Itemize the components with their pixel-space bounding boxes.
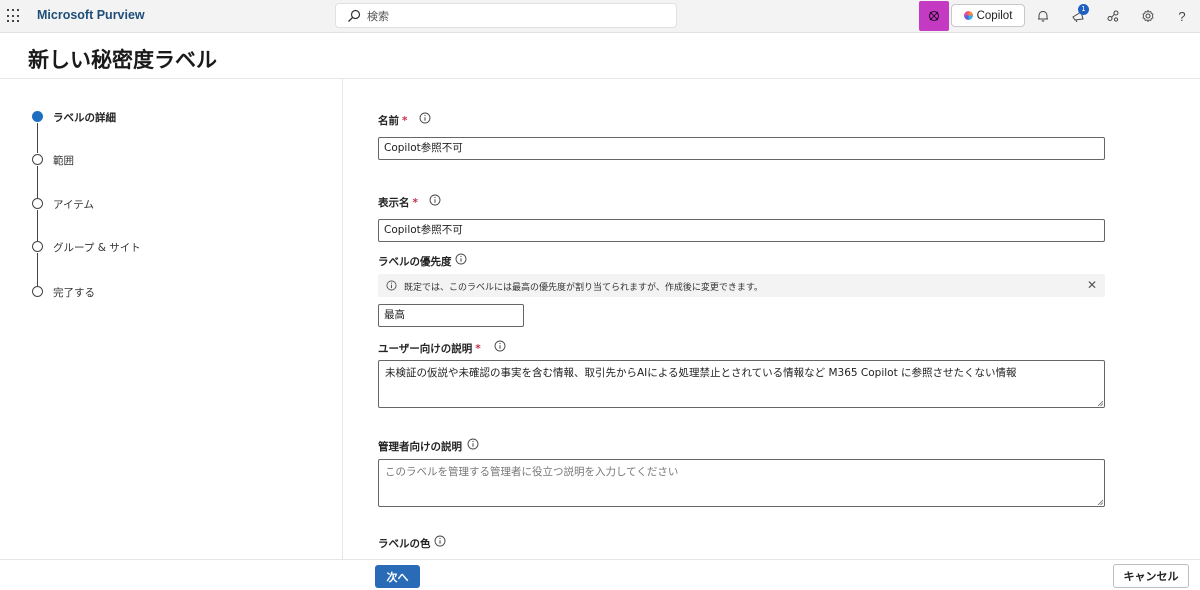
search-box[interactable] bbox=[335, 3, 677, 28]
resize-grip-icon[interactable] bbox=[1097, 400, 1103, 406]
notice-text: 既定では、このラベルには最高の優先度が割り当てられますが、作成後に変更できます。 bbox=[404, 283, 763, 293]
step-details[interactable]: ラベルの詳細 bbox=[53, 110, 116, 125]
app-title[interactable]: Microsoft Purview bbox=[37, 8, 145, 22]
step-items[interactable]: アイテム bbox=[53, 197, 94, 212]
name-field[interactable]: Copilot参照不可 bbox=[378, 137, 1105, 160]
resize-grip-icon[interactable] bbox=[1097, 499, 1103, 505]
notification-badge: 1 bbox=[1078, 4, 1089, 15]
info-icon[interactable] bbox=[455, 253, 467, 265]
info-icon[interactable] bbox=[494, 340, 506, 352]
wizard-stepper: ラベルの詳細 範囲 アイテム グループ & サイト 完了する bbox=[0, 79, 343, 559]
step-connector bbox=[37, 210, 38, 241]
user-description-field[interactable]: 未検証の仮説や未確認の事実を含む情報、取引先からAIによる処理禁止とされている情… bbox=[378, 360, 1105, 408]
priority-field[interactable]: 最高 bbox=[378, 304, 524, 327]
admin-description-label: 管理者向けの説明 bbox=[378, 441, 462, 453]
search-input[interactable] bbox=[367, 7, 667, 25]
step-scope[interactable]: 範囲 bbox=[53, 153, 74, 168]
cancel-button[interactable]: キャンセル bbox=[1113, 564, 1189, 588]
close-icon[interactable]: ✕ bbox=[1087, 278, 1097, 292]
top-bar: Microsoft Purview Copilot 1 bbox=[0, 0, 1200, 33]
priority-label: ラベルの優先度 bbox=[378, 256, 452, 268]
chat-icon bbox=[928, 10, 940, 22]
copilot-button[interactable]: Copilot bbox=[951, 4, 1025, 27]
user-description-label: ユーザー向けの説明 * bbox=[378, 343, 481, 355]
help-icon[interactable]: ? bbox=[1173, 7, 1191, 25]
page-title: 新しい秘密度ラベル bbox=[28, 48, 217, 72]
step-dot-groups-sites bbox=[32, 241, 43, 252]
step-finish[interactable]: 完了する bbox=[53, 285, 95, 300]
step-connector bbox=[37, 253, 38, 286]
info-icon[interactable] bbox=[467, 438, 479, 450]
step-dot-scope bbox=[32, 154, 43, 165]
step-dot-finish bbox=[32, 286, 43, 297]
info-icon[interactable] bbox=[429, 194, 441, 206]
admin-description-field[interactable]: このラベルを管理する管理者に役立つ説明を入力してください bbox=[378, 459, 1105, 507]
copilot-label: Copilot bbox=[976, 9, 1013, 22]
gear-icon[interactable] bbox=[1139, 7, 1157, 25]
display-name-label: 表示名 * bbox=[378, 197, 418, 209]
info-icon[interactable] bbox=[434, 535, 446, 547]
app-launcher-icon[interactable] bbox=[7, 9, 21, 23]
label-color-label: ラベルの色 bbox=[378, 538, 431, 550]
search-icon bbox=[348, 9, 361, 22]
footer-bar bbox=[0, 559, 1200, 590]
display-name-field[interactable]: Copilot参照不可 bbox=[378, 219, 1105, 242]
step-groups-sites[interactable]: グループ & サイト bbox=[53, 240, 141, 255]
name-label: 名前 * bbox=[378, 115, 408, 127]
priority-notice: 既定では、このラベルには最高の優先度が割り当てられますが、作成後に変更できます。… bbox=[378, 274, 1105, 297]
chat-button[interactable] bbox=[919, 1, 949, 31]
info-icon[interactable] bbox=[419, 112, 431, 124]
step-connector bbox=[37, 166, 38, 198]
step-connector bbox=[37, 123, 38, 153]
info-icon bbox=[386, 280, 397, 291]
next-button[interactable]: 次へ bbox=[375, 565, 420, 588]
copilot-logo-icon bbox=[963, 11, 973, 20]
bell-icon[interactable] bbox=[1034, 7, 1052, 25]
step-dot-details bbox=[32, 111, 43, 122]
step-dot-items bbox=[32, 198, 43, 209]
connections-icon[interactable] bbox=[1104, 7, 1122, 25]
